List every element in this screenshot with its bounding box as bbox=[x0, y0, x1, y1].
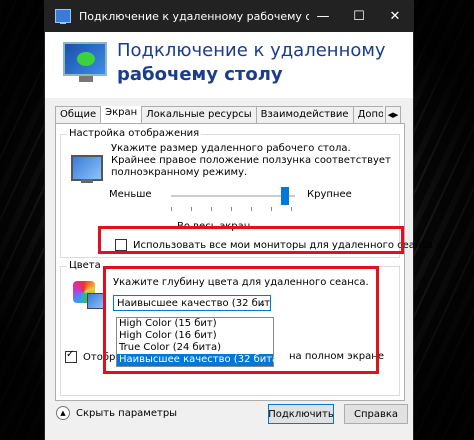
size-slider-track[interactable] bbox=[171, 195, 295, 197]
display-description: Укажите размер удаленного рабочего стола… bbox=[111, 143, 391, 178]
chevron-down-icon: ⌄ bbox=[259, 298, 266, 308]
monitor-icon bbox=[71, 155, 103, 183]
rdp-app-icon bbox=[55, 9, 71, 24]
connection-bar-label-end: на полном экране bbox=[289, 351, 384, 362]
tab-advanced[interactable]: Дополни bbox=[352, 106, 383, 123]
slider-ticks bbox=[171, 207, 295, 211]
display-group-label: Настройка отображения bbox=[67, 128, 202, 139]
tab-display[interactable]: Экран bbox=[100, 106, 143, 123]
color-option-15bit[interactable]: High Color (15 бит) bbox=[117, 318, 273, 330]
tab-strip: Общие Экран Локальные ресурсы Взаимодейс… bbox=[55, 106, 383, 124]
connect-button[interactable]: Подключить bbox=[268, 404, 334, 424]
slider-more-label: Крупнее bbox=[307, 189, 352, 200]
color-option-24bit[interactable]: True Color (24 бита) bbox=[117, 342, 273, 354]
help-button[interactable]: Справка bbox=[344, 404, 408, 424]
header-title-line1: Подключение к удаленному bbox=[117, 40, 386, 61]
window-title: Подключение к удаленному рабочему с... bbox=[79, 9, 309, 23]
color-option-16bit[interactable]: High Color (16 бит) bbox=[117, 330, 273, 342]
color-option-32bit[interactable]: Наивысшее качество (32 бита) bbox=[117, 354, 282, 366]
close-button[interactable]: ✕ bbox=[377, 0, 413, 32]
color-depth-value: Наивысшее качество (32 бит bbox=[117, 297, 271, 309]
all-monitors-label: Использовать все мои мониторы для удален… bbox=[133, 239, 434, 251]
slider-less-label: Меньше bbox=[109, 189, 152, 200]
color-palette-icon bbox=[73, 281, 105, 309]
chevron-up-icon: ▲ bbox=[56, 406, 70, 420]
hide-options-toggle[interactable]: ▲ Скрыть параметры bbox=[56, 406, 177, 420]
connection-bar-option[interactable]: Отобра bbox=[65, 349, 121, 363]
colors-description: Укажите глубину цвета для удаленного сеа… bbox=[113, 277, 369, 288]
title-bar[interactable]: Подключение к удаленному рабочему с... —… bbox=[45, 0, 413, 32]
connection-bar-checkbox[interactable] bbox=[65, 349, 77, 363]
hide-options-label: Скрыть параметры bbox=[76, 407, 178, 419]
color-depth-dropdown: High Color (15 бит) High Color (16 бит) … bbox=[116, 317, 282, 367]
tab-scroll-arrows[interactable]: ◀▶ bbox=[385, 106, 401, 124]
minimize-button[interactable]: — bbox=[305, 0, 341, 32]
dialog-header: Подключение к удаленному рабочему столу bbox=[45, 32, 413, 98]
size-slider-thumb[interactable] bbox=[281, 187, 289, 205]
tab-experience[interactable]: Взаимодействие bbox=[255, 106, 354, 123]
tab-local-resources[interactable]: Локальные ресурсы bbox=[141, 106, 257, 123]
color-depth-select[interactable]: Наивысшее качество (32 бит ⌄ bbox=[113, 295, 271, 311]
display-settings-group: Настройка отображения Укажите размер уда… bbox=[60, 128, 433, 258]
full-screen-label: Во весь экран bbox=[177, 221, 251, 232]
all-monitors-option[interactable]: Использовать все мои мониторы для удален… bbox=[115, 239, 433, 251]
header-title-line2: рабочему столу bbox=[117, 64, 283, 85]
remote-desktop-icon bbox=[63, 42, 107, 82]
all-monitors-checkbox[interactable] bbox=[115, 239, 127, 251]
colors-group-label: Цвета bbox=[67, 260, 103, 271]
tab-general[interactable]: Общие bbox=[55, 106, 102, 123]
maximize-button[interactable]: ☐ bbox=[341, 0, 377, 32]
